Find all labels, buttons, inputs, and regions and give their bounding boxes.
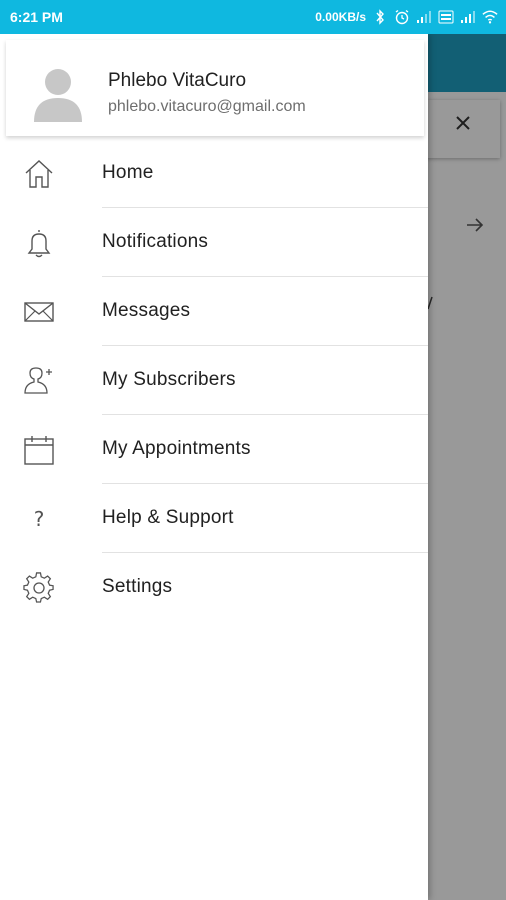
menu-label: Home: [102, 162, 154, 183]
menu-item-settings[interactable]: Settings: [0, 553, 428, 622]
menu-item-messages[interactable]: Messages: [0, 277, 428, 346]
home-icon: [22, 157, 56, 191]
user-email: phlebo.vitacuro@gmail.com: [108, 98, 306, 115]
status-time: 6:21 PM: [10, 9, 63, 25]
volte-icon: [438, 9, 454, 25]
user-add-icon: [22, 364, 56, 398]
network-speed: 0.00KB/s: [315, 10, 366, 24]
menu-label: Notifications: [102, 231, 209, 252]
alarm-icon: [394, 9, 410, 25]
mail-icon: [22, 295, 56, 329]
drawer-header[interactable]: Phlebo VitaCuro phlebo.vitacuro@gmail.co…: [6, 40, 424, 136]
wifi-icon: [482, 9, 498, 25]
menu-label: Help & Support: [102, 507, 234, 528]
gear-icon: [22, 571, 56, 605]
avatar: [32, 64, 84, 122]
bluetooth-icon: [372, 9, 388, 25]
menu-label: Settings: [102, 576, 173, 597]
menu-item-help-support[interactable]: ? Help & Support: [0, 484, 428, 553]
calendar-icon: [22, 433, 56, 467]
menu-item-my-appointments[interactable]: My Appointments: [0, 415, 428, 484]
menu-label: Messages: [102, 300, 191, 321]
navigation-drawer: Phlebo VitaCuro phlebo.vitacuro@gmail.co…: [0, 34, 428, 900]
menu-item-home[interactable]: Home: [0, 139, 428, 208]
menu-item-notifications[interactable]: Notifications: [0, 208, 428, 277]
bell-icon: [22, 226, 56, 260]
signal-icon: [416, 9, 432, 25]
menu-item-my-subscribers[interactable]: My Subscribers: [0, 346, 428, 415]
status-bar: 6:21 PM 0.00KB/s: [0, 0, 506, 34]
menu-label: My Subscribers: [102, 369, 236, 390]
user-name: Phlebo VitaCuro: [108, 70, 247, 91]
drawer-menu: Home Notifications Messages My Subscribe…: [0, 139, 428, 622]
status-icons: 0.00KB/s: [315, 8, 498, 26]
signal-icon: [460, 9, 476, 25]
question-icon: ?: [33, 507, 45, 531]
menu-label: My Appointments: [102, 438, 251, 459]
